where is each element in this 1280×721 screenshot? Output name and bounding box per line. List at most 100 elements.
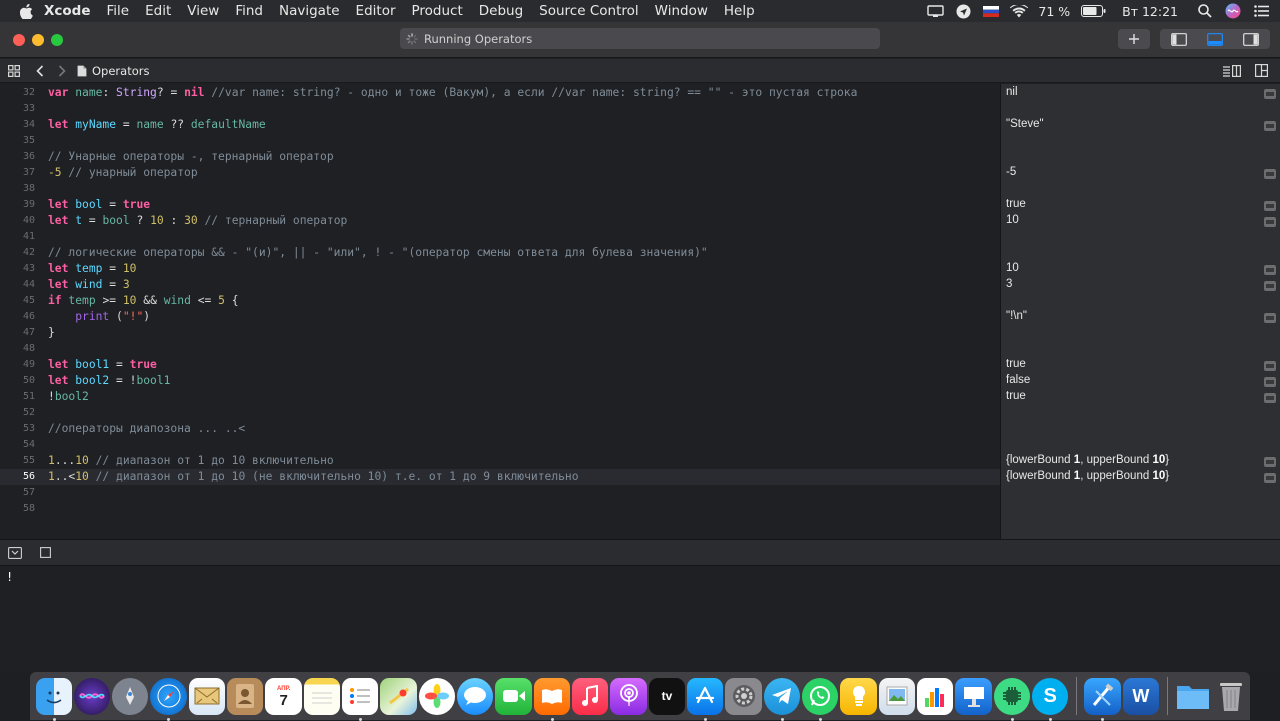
code-line[interactable]: 32 var name: String? = nil //var name: st… [0, 85, 1000, 101]
whatsapp-icon[interactable] [802, 677, 839, 721]
quick-look-icon[interactable] [1264, 217, 1276, 227]
code-line[interactable]: 37 -5 // унарный оператор [0, 165, 1000, 181]
quick-look-icon[interactable] [1264, 473, 1276, 483]
app-store-icon[interactable] [687, 677, 724, 721]
notification-center-icon[interactable] [1252, 3, 1270, 19]
android-tool-icon[interactable] [993, 677, 1031, 721]
code-line[interactable]: 33 [0, 101, 1000, 117]
quick-look-icon[interactable] [1264, 265, 1276, 275]
code-line[interactable]: 43 let temp = 10 [0, 261, 1000, 277]
books-icon[interactable] [533, 677, 571, 721]
quick-look-icon[interactable] [1264, 361, 1276, 371]
telegram-icon[interactable] [763, 677, 801, 721]
quick-look-icon[interactable] [1264, 201, 1276, 211]
toggle-debug-area-button[interactable] [1197, 32, 1233, 46]
code-line[interactable]: 54 [0, 437, 1000, 453]
siri-menubar-icon[interactable] [1224, 3, 1242, 19]
code-line[interactable]: 58 [0, 501, 1000, 517]
apple-menu-icon[interactable] [16, 0, 36, 22]
code-line[interactable]: 50 let bool2 = !bool1 [0, 373, 1000, 389]
code-line[interactable]: 40 let t = bool ? 10 : 30 // тернарный оп… [0, 213, 1000, 229]
toggle-inspector-button[interactable] [1233, 32, 1269, 46]
mail-icon[interactable] [188, 677, 226, 715]
close-window-button[interactable] [13, 34, 25, 46]
quick-look-icon[interactable] [1264, 121, 1276, 131]
code-line[interactable]: 53//операторы диапозона ... ..< [0, 421, 1000, 437]
back-icon[interactable] [29, 60, 51, 82]
code-line[interactable]: 35 [0, 133, 1000, 149]
code-line[interactable]: 47} [0, 325, 1000, 341]
add-editor-icon[interactable] [1250, 60, 1272, 82]
clock[interactable]: Вт 12:21 [1122, 4, 1178, 19]
keynote-icon[interactable] [955, 677, 992, 715]
podcasts-icon[interactable] [610, 677, 647, 715]
contacts-icon[interactable] [227, 677, 264, 715]
flag-russia-icon[interactable] [982, 3, 1000, 19]
preview-icon[interactable] [878, 677, 916, 715]
launchpad-icon[interactable] [112, 677, 149, 715]
downloads-folder-icon[interactable] [1175, 678, 1211, 715]
code-line-current[interactable]: 56 1..<10 // диапазон от 1 до 10 (не вклю… [0, 469, 1000, 485]
menu-window[interactable]: Window [647, 0, 716, 22]
photos-icon[interactable] [418, 677, 456, 715]
menu-editor[interactable]: Editor [348, 0, 404, 22]
code-line[interactable]: 48 [0, 341, 1000, 357]
code-line[interactable]: 41 [0, 229, 1000, 245]
code-line[interactable]: 36// Унарные операторы -, тернарный опер… [0, 149, 1000, 165]
system-preferences-icon[interactable] [725, 677, 762, 715]
safari-icon[interactable] [150, 677, 187, 721]
word-icon[interactable]: W [1122, 677, 1159, 715]
menu-view[interactable]: View [179, 0, 227, 22]
xcode-icon[interactable] [1084, 677, 1121, 721]
location-icon[interactable] [954, 3, 972, 19]
breadcrumb-file[interactable]: Operators [92, 64, 149, 78]
menu-file[interactable]: File [99, 0, 138, 22]
menu-debug[interactable]: Debug [471, 0, 531, 22]
related-items-icon[interactable] [3, 60, 25, 82]
skype-icon[interactable]: S [1032, 677, 1069, 721]
maps-icon[interactable] [380, 677, 417, 715]
code-line[interactable]: 49 let bool1 = true [0, 357, 1000, 373]
calendar-icon[interactable]: АПР. 7 [265, 677, 302, 715]
quick-look-icon[interactable] [1264, 313, 1276, 323]
quick-look-icon[interactable] [1264, 377, 1276, 387]
code-line[interactable]: 38 [0, 181, 1000, 197]
menu-product[interactable]: Product [404, 0, 471, 22]
zoom-window-button[interactable] [51, 34, 63, 46]
code-line[interactable]: 45 if temp >= 10 && wind <= 5 { [0, 293, 1000, 309]
quick-look-icon[interactable] [1264, 457, 1276, 467]
tips-icon[interactable] [840, 677, 877, 715]
menu-source-control[interactable]: Source Control [531, 0, 646, 22]
notes-icon[interactable] [303, 677, 341, 715]
facetime-icon[interactable] [495, 677, 532, 715]
trash-icon[interactable] [1213, 678, 1249, 715]
code-editor[interactable]: 32 var name: String? = nil //var name: st… [0, 84, 1000, 539]
console-output[interactable]: ! [0, 566, 1280, 672]
menu-find[interactable]: Find [227, 0, 271, 22]
quick-look-icon[interactable] [1264, 393, 1276, 403]
library-add-button[interactable] [1118, 29, 1150, 49]
hide-debug-area-icon[interactable] [8, 547, 22, 559]
music-icon[interactable] [572, 677, 609, 715]
numbers-icon[interactable] [917, 677, 954, 715]
finder-icon[interactable] [35, 677, 72, 721]
code-line[interactable]: 51 !bool2 [0, 389, 1000, 405]
code-line[interactable]: 44 let wind = 3 [0, 277, 1000, 293]
siri-icon[interactable] [73, 677, 111, 715]
minimize-window-button[interactable] [32, 34, 44, 46]
reminders-icon[interactable] [342, 677, 379, 721]
code-line[interactable]: 52 [0, 405, 1000, 421]
toggle-navigator-button[interactable] [1161, 32, 1197, 46]
menu-help[interactable]: Help [716, 0, 763, 22]
quick-look-icon[interactable] [1264, 281, 1276, 291]
menu-app-name[interactable]: Xcode [36, 0, 99, 22]
code-line[interactable]: 57 [0, 485, 1000, 501]
display-icon[interactable] [926, 3, 944, 19]
editor-options-icon[interactable] [1220, 60, 1244, 82]
quick-look-icon[interactable] [1264, 89, 1276, 99]
code-line[interactable]: 55 1...10 // диапазон от 1 до 10 включите… [0, 453, 1000, 469]
run-checkbox-icon[interactable] [40, 547, 51, 558]
quick-look-icon[interactable] [1264, 169, 1276, 179]
wifi-icon[interactable] [1010, 3, 1029, 19]
menu-edit[interactable]: Edit [137, 0, 179, 22]
